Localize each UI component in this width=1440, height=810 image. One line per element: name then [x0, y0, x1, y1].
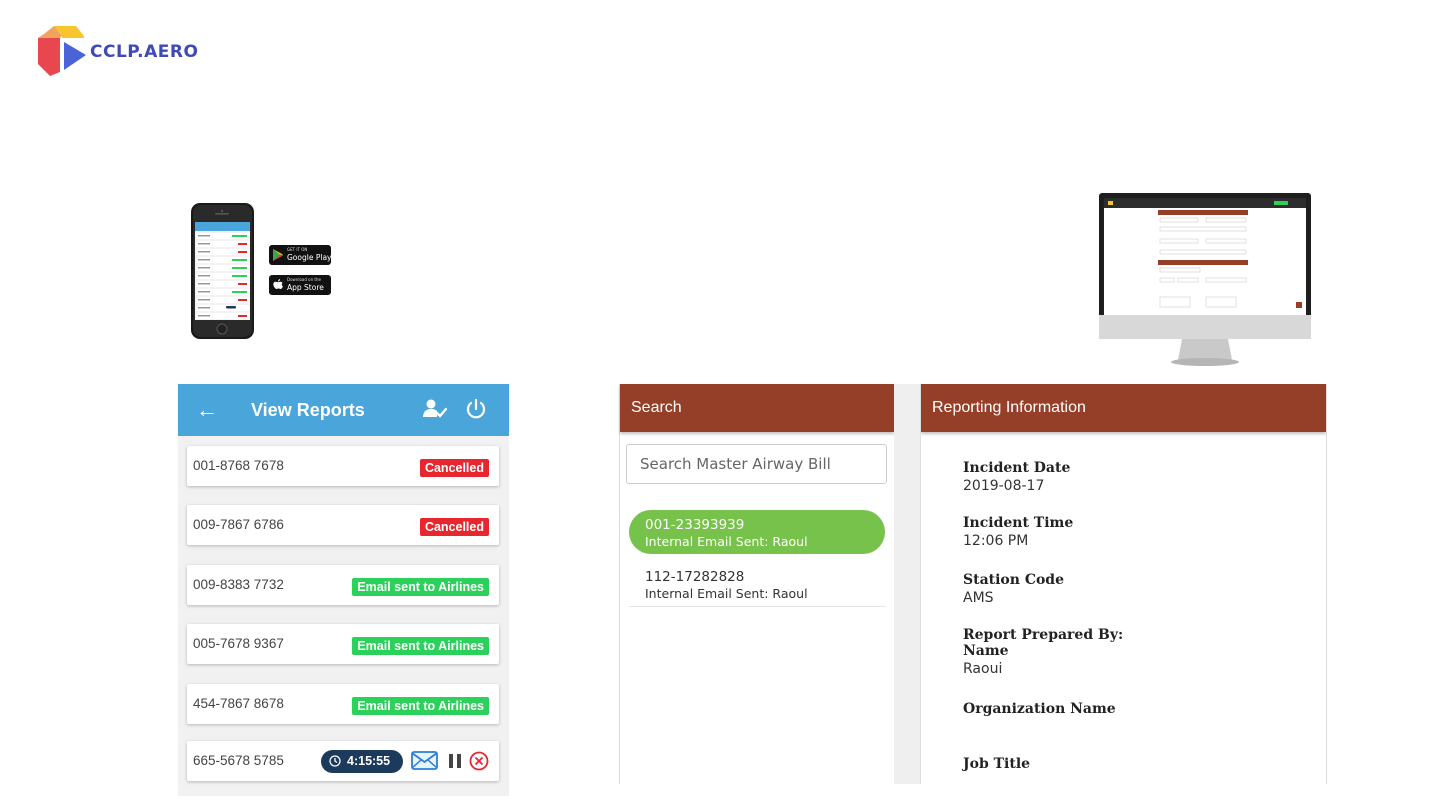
field-value: Raoui — [963, 661, 1003, 677]
job-title-field: Job Title — [963, 756, 1030, 773]
station-code-field: Station Code AMS — [963, 572, 1064, 607]
field-sublabel: Name — [963, 643, 1009, 659]
panel-divider — [894, 384, 920, 784]
report-row[interactable]: 665-5678 5785 4:15:55 — [187, 741, 499, 781]
result-awb-number: 001-23393939 — [645, 517, 745, 533]
phone-mockup-image — [191, 203, 254, 339]
reporting-information-panel: Reporting Information Incident Date 2019… — [920, 384, 1327, 784]
search-panel: Search 001-23393939 Internal Email Sent:… — [619, 384, 895, 784]
report-number: 001-8768 7678 — [193, 458, 284, 473]
logo-text: CCLP.AERO — [90, 42, 199, 62]
arrow-left-icon[interactable]: ← — [196, 397, 218, 423]
field-value: AMS — [963, 590, 994, 606]
field-label: Incident Time — [963, 515, 1074, 531]
timer-value: 4:15:55 — [347, 754, 391, 768]
field-label: Station Code — [963, 572, 1065, 588]
status-badge: Email sent to Airlines — [352, 578, 489, 596]
report-row[interactable]: 454-7867 8678 Email sent to Airlines — [187, 684, 499, 724]
field-value: 12:06 PM — [963, 533, 1029, 549]
status-badge: Cancelled — [419, 459, 489, 477]
report-row[interactable]: 005-7678 9367 Email sent to Airlines — [187, 624, 499, 664]
google-play-small-text: GET IT ON — [287, 247, 308, 252]
status-badge: Email sent to Airlines — [352, 697, 489, 715]
app-store-badge[interactable]: Download on the App Store — [269, 275, 331, 295]
status-badge: Email sent to Airlines — [352, 637, 489, 655]
result-subtitle: Internal Email Sent: Raoul — [645, 586, 808, 601]
report-number: 009-7867 6786 — [193, 517, 284, 532]
mobile-header: ← View Reports — [178, 384, 509, 436]
google-play-badge[interactable]: GET IT ON Google Play — [269, 245, 331, 265]
reporting-panel-header: Reporting Information — [921, 384, 1326, 432]
report-prepared-by-field: Report Prepared By: Name Raoui — [963, 627, 1123, 678]
report-row[interactable]: 009-7867 6786 Cancelled — [187, 505, 499, 545]
google-play-icon — [273, 249, 283, 261]
field-label: Incident Date — [963, 460, 1071, 476]
page-title: View Reports — [251, 400, 365, 420]
mail-icon[interactable] — [411, 749, 439, 771]
incident-time-field: Incident Time 12:06 PM — [963, 515, 1073, 550]
result-subtitle: Internal Email Sent: Raoul — [645, 534, 808, 549]
mobile-view-reports-panel: ← View Reports 001-8768 7678 Cancelled 0… — [178, 384, 509, 796]
pause-icon[interactable] — [448, 753, 462, 769]
search-panel-header: Search — [620, 384, 894, 432]
result-awb-number: 112-17282828 — [645, 569, 745, 585]
report-row[interactable]: 009-8383 7732 Email sent to Airlines — [187, 565, 499, 605]
clock-icon — [329, 755, 341, 767]
organization-name-field: Organization Name — [963, 701, 1116, 718]
status-badge: Cancelled — [419, 518, 489, 536]
field-label: Report Prepared By: — [963, 627, 1124, 643]
google-play-big-text: Google Play — [287, 253, 332, 262]
report-number: 454-7867 8678 — [193, 696, 284, 711]
desktop-monitor-image — [1099, 193, 1311, 366]
search-input[interactable] — [626, 444, 887, 484]
app-store-big-text: App Store — [287, 283, 324, 292]
report-row[interactable]: 001-8768 7678 Cancelled — [187, 446, 499, 486]
cclp-aero-logo: CCLP.AERO — [36, 24, 206, 84]
apple-icon — [273, 279, 283, 289]
report-number: 005-7678 9367 — [193, 636, 284, 651]
search-result-item[interactable]: 001-23393939 Internal Email Sent: Raoul — [629, 510, 885, 554]
logo-cube-icon — [38, 26, 86, 76]
report-number: 009-8383 7732 — [193, 577, 284, 592]
report-number: 665-5678 5785 — [193, 753, 284, 768]
app-store-small-text: Download on the — [287, 277, 321, 282]
incident-date-field: Incident Date 2019-08-17 — [963, 460, 1070, 495]
report-timer: 4:15:55 — [321, 750, 403, 773]
field-label: Organization Name — [963, 701, 1116, 717]
field-value: 2019-08-17 — [963, 478, 1045, 494]
cancel-icon[interactable] — [469, 751, 489, 771]
field-label: Job Title — [963, 756, 1031, 772]
search-result-item[interactable]: 112-17282828 Internal Email Sent: Raoul — [629, 562, 885, 607]
power-icon[interactable] — [465, 398, 487, 420]
user-check-icon[interactable] — [423, 399, 447, 419]
